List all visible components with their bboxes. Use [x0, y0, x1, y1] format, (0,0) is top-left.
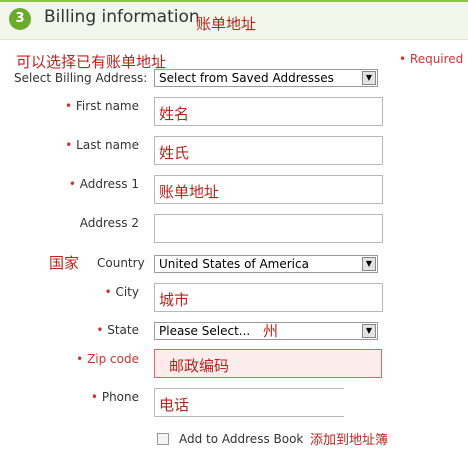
last-name-label: • Last name: [65, 138, 139, 152]
state-annotation: 州: [263, 322, 279, 340]
state-value: Please Select...: [159, 324, 251, 338]
country-label: Country: [97, 256, 145, 270]
phone-field[interactable]: 电话: [154, 388, 344, 417]
add-to-address-book-label[interactable]: Add to Address Book: [179, 432, 303, 446]
add-to-address-book-checkbox[interactable]: [157, 433, 169, 445]
country-annotation: 国家: [49, 254, 80, 272]
phone-label: • Phone: [90, 390, 139, 404]
city-field[interactable]: 城市: [154, 283, 383, 312]
chevron-down-icon[interactable]: ▼: [362, 257, 376, 271]
required-note: • Required: [399, 52, 464, 66]
address1-label: • Address 1: [68, 177, 139, 191]
step-number-badge: 3: [9, 8, 31, 30]
last-name-field[interactable]: 姓氏: [154, 136, 383, 165]
add-to-address-book-annotation: 添加到地址簿: [310, 433, 389, 448]
address2-label: Address 2: [79, 216, 139, 230]
section-title: Billing information: [44, 7, 200, 27]
country-value: United States of America: [159, 257, 309, 271]
zip-field[interactable]: 邮政编码: [154, 349, 382, 378]
saved-address-select[interactable]: Select from Saved Addresses ▼: [154, 69, 378, 87]
chevron-down-icon[interactable]: ▼: [362, 71, 376, 85]
saved-address-label: Select Billing Address:: [14, 71, 148, 85]
address2-field[interactable]: [154, 214, 383, 243]
first-name-label: • First name: [64, 99, 139, 113]
saved-address-value: Select from Saved Addresses: [159, 71, 334, 85]
address1-field[interactable]: 账单地址: [154, 175, 383, 204]
city-label: • City: [104, 285, 139, 299]
first-name-field[interactable]: 姓名: [154, 97, 383, 126]
title-annotation: 账单地址: [196, 15, 257, 33]
zip-label: • Zip code: [76, 352, 139, 366]
chevron-down-icon[interactable]: ▼: [362, 324, 376, 338]
saved-address-annotation: 可以选择已有账单地址: [16, 53, 167, 71]
country-select[interactable]: United States of America ▼: [154, 255, 378, 273]
state-label: • State: [96, 323, 139, 337]
